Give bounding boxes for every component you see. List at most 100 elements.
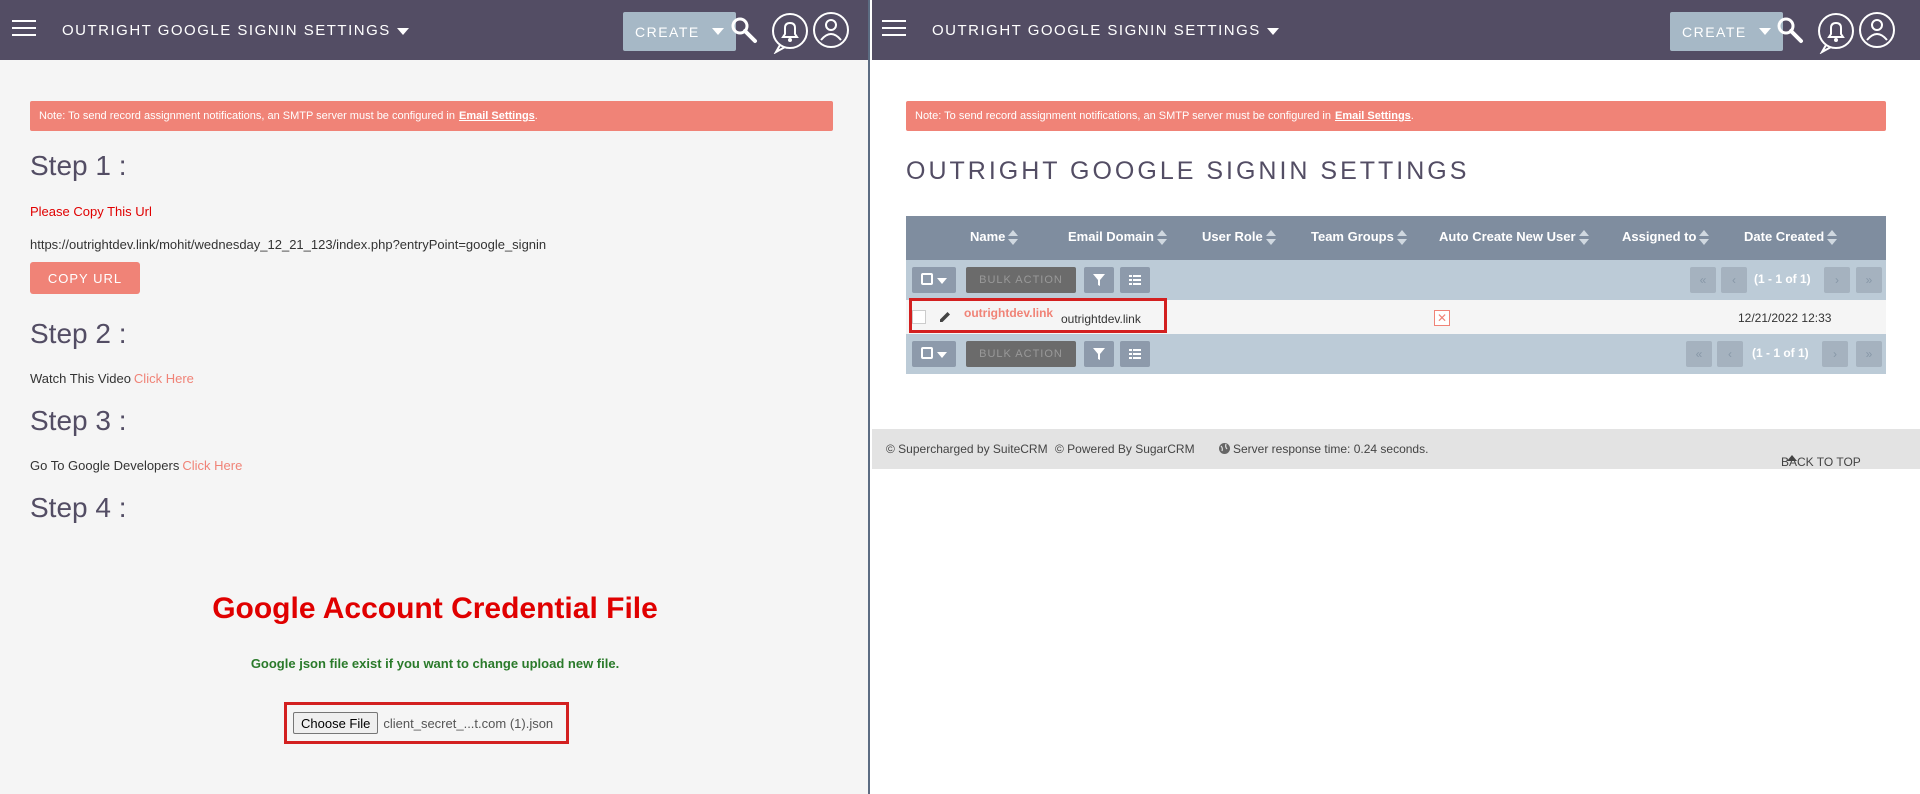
developers-click-here-link[interactable]: Click Here: [182, 458, 242, 473]
notice-end: .: [534, 110, 538, 122]
next-page-button[interactable]: ›: [1822, 341, 1848, 367]
page-title: OUTRIGHT GOOGLE SIGNIN SETTINGS: [906, 157, 1470, 185]
create-button[interactable]: CREATE: [1670, 12, 1783, 51]
checkbox-icon: [921, 347, 933, 359]
list-toolbar-bottom: BULK ACTION « ‹ (1 - 1 of 1) › »: [906, 334, 1886, 374]
smtp-notice: Note: To send record assignment notifica…: [30, 101, 833, 131]
prev-page-button[interactable]: ‹: [1717, 341, 1743, 367]
first-page-button[interactable]: «: [1690, 267, 1716, 293]
step4-heading: Step 4 :: [30, 492, 127, 523]
caret-down-icon: [937, 278, 947, 284]
signin-url: https://outrightdev.link/mohit/wednesday…: [30, 237, 547, 252]
column-chooser-button[interactable]: [1120, 267, 1150, 293]
col-assigned-to[interactable]: Assigned to: [1622, 229, 1710, 245]
create-label: CREATE: [1682, 23, 1747, 40]
col-user-role[interactable]: User Role: [1202, 229, 1276, 245]
hamburger-icon[interactable]: [12, 20, 36, 38]
notice-end: .: [1410, 110, 1414, 122]
left-panel: OUTRIGHT GOOGLE SIGNIN SETTINGS CREATE N…: [0, 0, 870, 794]
filter-button[interactable]: [1084, 341, 1114, 367]
step1-heading: Step 1 :: [30, 150, 127, 181]
user-icon[interactable]: [1858, 11, 1896, 49]
bulk-action-button[interactable]: BULK ACTION: [966, 341, 1076, 367]
file-upload-box: Choose File client_secret_...t.com (1).j…: [284, 702, 569, 744]
notice-text: Note: To send record assignment notifica…: [39, 110, 455, 122]
email-settings-link[interactable]: Email Settings: [459, 110, 535, 122]
bell-icon[interactable]: [1816, 12, 1856, 54]
server-response-time: Server response time: 0.24 seconds.: [1233, 442, 1429, 456]
credential-file-status: Google json file exist if you want to ch…: [250, 656, 620, 671]
copy-url-instruction: Please Copy This Url: [30, 204, 152, 219]
bulk-action-button[interactable]: BULK ACTION: [966, 267, 1076, 293]
col-label: Team Groups: [1311, 229, 1394, 244]
right-panel: OUTRIGHT GOOGLE SIGNIN SETTINGS CREATE N…: [872, 0, 1920, 794]
user-icon[interactable]: [812, 11, 850, 49]
create-button[interactable]: CREATE: [623, 12, 736, 51]
step3-heading: Step 3 :: [30, 405, 127, 436]
columns-icon: [1129, 275, 1141, 285]
page-footer: © Supercharged by SuiteCRM © Powered By …: [872, 429, 1920, 469]
next-page-button[interactable]: ›: [1824, 267, 1850, 293]
col-auto-create[interactable]: Auto Create New User: [1439, 229, 1589, 245]
step2-text: Watch This Video Click Here: [30, 371, 194, 386]
caret-down-icon: [396, 27, 409, 35]
module-title-label: OUTRIGHT GOOGLE SIGNIN SETTINGS: [932, 22, 1261, 39]
table-row[interactable]: outrightdev.link outrightdev.link ✕ 12/2…: [906, 298, 1886, 334]
step3-label: Go To Google Developers: [30, 458, 180, 473]
credential-file-title: Google Account Credential File: [212, 592, 658, 625]
caret-down-icon: [711, 28, 724, 35]
last-page-button[interactable]: »: [1856, 341, 1882, 367]
email-settings-link[interactable]: Email Settings: [1335, 110, 1411, 122]
pagination-range: (1 - 1 of 1): [1752, 346, 1809, 360]
column-chooser-button[interactable]: [1120, 341, 1150, 367]
select-all-dropdown[interactable]: [912, 267, 956, 293]
top-navbar: OUTRIGHT GOOGLE SIGNIN SETTINGS CREATE: [872, 0, 1920, 60]
smtp-notice: Note: To send record assignment notifica…: [906, 101, 1886, 131]
filter-button[interactable]: [1084, 267, 1114, 293]
list-toolbar-top: BULK ACTION « ‹ (1 - 1 of 1) › »: [906, 260, 1886, 300]
col-name[interactable]: Name: [970, 229, 1019, 245]
notice-text: Note: To send record assignment notifica…: [915, 110, 1331, 122]
video-click-here-link[interactable]: Click Here: [134, 371, 194, 386]
search-icon[interactable]: [730, 16, 758, 44]
sugarcrm-credit[interactable]: © Powered By SugarCRM: [1055, 442, 1195, 456]
filter-icon: [1093, 348, 1105, 360]
bell-icon[interactable]: [770, 12, 810, 54]
suitecrm-credit[interactable]: © Supercharged by SuiteCRM: [886, 442, 1048, 456]
row-highlight-box: [909, 298, 1167, 333]
module-menu-title[interactable]: OUTRIGHT GOOGLE SIGNIN SETTINGS: [932, 22, 1279, 39]
caret-down-icon: [1266, 27, 1279, 35]
step2-label: Watch This Video: [30, 371, 131, 386]
create-label: CREATE: [635, 23, 700, 40]
caret-down-icon: [1758, 28, 1771, 35]
screen: OUTRIGHT GOOGLE SIGNIN SETTINGS CREATE N…: [0, 0, 1920, 794]
col-label: Date Created: [1744, 229, 1825, 244]
select-all-dropdown[interactable]: [912, 341, 956, 367]
row-date-created: 12/21/2022 12:33: [1738, 311, 1832, 325]
col-label: Assigned to: [1622, 229, 1697, 244]
selected-file-name: client_secret_...t.com (1).json: [383, 715, 554, 731]
search-icon[interactable]: [1776, 16, 1804, 44]
caret-down-icon: [937, 352, 947, 358]
col-date-created[interactable]: Date Created: [1744, 229, 1838, 245]
last-page-button[interactable]: »: [1856, 267, 1882, 293]
hamburger-icon[interactable]: [882, 20, 906, 38]
first-page-button[interactable]: «: [1686, 341, 1712, 367]
prev-page-button[interactable]: ‹: [1721, 267, 1747, 293]
auto-create-unchecked-icon: ✕: [1434, 310, 1450, 326]
col-label: Auto Create New User: [1439, 229, 1576, 244]
pagination-range: (1 - 1 of 1): [1754, 272, 1811, 286]
filter-icon: [1093, 274, 1105, 286]
col-label: User Role: [1202, 229, 1263, 244]
arrow-up-icon: [1787, 455, 1797, 461]
col-team-groups[interactable]: Team Groups: [1311, 229, 1407, 245]
module-title-label: OUTRIGHT GOOGLE SIGNIN SETTINGS: [62, 22, 391, 39]
choose-file-button[interactable]: Choose File: [293, 712, 379, 734]
module-menu-title[interactable]: OUTRIGHT GOOGLE SIGNIN SETTINGS: [62, 22, 409, 39]
step3-text: Go To Google Developers Click Here: [30, 458, 242, 473]
top-navbar: OUTRIGHT GOOGLE SIGNIN SETTINGS CREATE: [0, 0, 868, 60]
globe-icon: [1219, 443, 1230, 454]
copy-url-button[interactable]: COPY URL: [30, 262, 140, 294]
col-email-domain[interactable]: Email Domain: [1068, 229, 1167, 245]
checkbox-icon: [921, 273, 933, 285]
